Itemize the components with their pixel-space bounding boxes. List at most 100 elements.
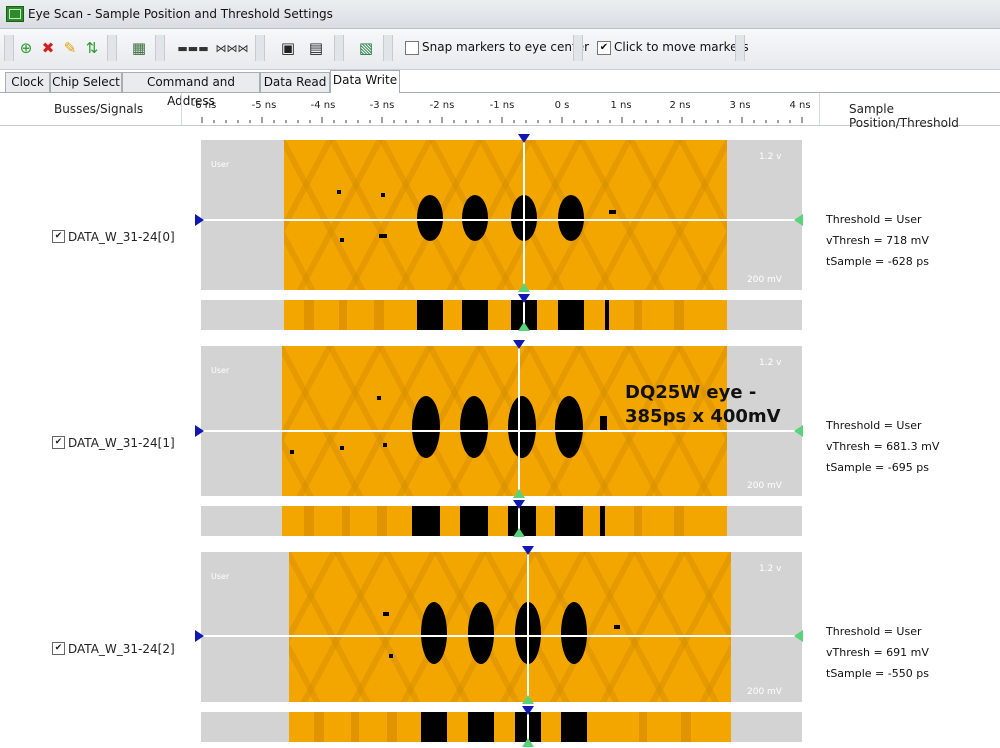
tab-chip-select[interactable]: Chip Select <box>50 72 122 92</box>
eye-opening <box>508 396 536 458</box>
eye-opening <box>412 396 440 458</box>
toolbar-separator <box>255 35 265 61</box>
error-pixel <box>337 190 341 194</box>
tab-data-write[interactable]: Data Write <box>330 70 400 93</box>
edit-icon[interactable]: ✎ <box>60 38 80 58</box>
error-pixel <box>609 210 616 214</box>
eye-diagram-area <box>284 140 727 290</box>
threshold-text: Threshold = User <box>826 625 922 638</box>
threshold-marker-left[interactable] <box>195 425 204 437</box>
eye-opening <box>460 396 488 458</box>
vthresh-text: vThresh = 718 mV <box>826 234 929 247</box>
threshold-text: Threshold = User <box>826 419 922 432</box>
error-pixel <box>383 612 389 616</box>
eye-pattern-icon[interactable]: ⋈⋈⋈ <box>215 38 249 58</box>
threshold-mode-label: User <box>211 572 230 581</box>
sample-marker-top[interactable] <box>518 134 530 143</box>
threshold-marker-right[interactable] <box>794 630 803 642</box>
tab-strip: Clock Chip Select Command and Address Da… <box>0 70 1000 108</box>
excel-export-icon[interactable]: ▧ <box>356 38 376 58</box>
threshold-text: Threshold = User <box>826 213 922 226</box>
sample-marker-bottom[interactable] <box>513 489 525 498</box>
sample-marker-line[interactable] <box>518 346 520 498</box>
sample-marker-top[interactable] <box>513 340 525 349</box>
eye-opening <box>555 396 583 458</box>
error-pixel <box>377 396 381 400</box>
eye-plot[interactable]: User 1.2 v 200 mV <box>201 140 802 290</box>
threshold-marker-right[interactable] <box>794 425 803 437</box>
threshold-marker-right[interactable] <box>794 214 803 226</box>
eye-opening <box>468 602 494 664</box>
error-pixel <box>381 193 385 197</box>
eye-opening <box>462 195 488 241</box>
sample-marker-bottom[interactable] <box>513 528 525 537</box>
header-divider[interactable] <box>819 93 820 125</box>
eye-strip <box>201 300 802 330</box>
sample-marker-line[interactable] <box>527 552 529 704</box>
click-move-checkbox[interactable]: ✔ <box>597 41 611 55</box>
threshold-marker-line[interactable] <box>201 635 802 637</box>
toolbar-separator <box>155 35 165 61</box>
threshold-mode-label: User <box>211 160 230 169</box>
load-icon[interactable]: ▤ <box>306 38 326 58</box>
eye-plot[interactable]: User 1.2 v 200 mV <box>201 552 802 702</box>
voltage-top-label: 1.2 v <box>759 358 782 368</box>
tab-command-and-address[interactable]: Command and Address <box>122 72 260 108</box>
click-move-label[interactable]: Click to move markers <box>614 40 749 54</box>
row-info: Threshold = User vThresh = 681.3 mV tSam… <box>826 415 939 478</box>
signal-checkbox[interactable]: ✔ <box>52 436 65 449</box>
table-icon[interactable]: ▦ <box>129 38 149 58</box>
error-pixel <box>379 234 387 238</box>
sample-marker-top[interactable] <box>522 546 534 555</box>
error-pixel <box>389 654 393 658</box>
delete-icon[interactable]: ✖ <box>38 38 58 58</box>
vthresh-text: vThresh = 691 mV <box>826 646 929 659</box>
eye-strip-data <box>289 712 731 742</box>
threshold-marker-line[interactable] <box>201 430 802 432</box>
sample-marker-line[interactable] <box>523 140 525 292</box>
eye-strip-data <box>284 300 727 330</box>
signal-pattern-icon[interactable]: ▬▬▬ <box>175 38 211 58</box>
threshold-marker-line[interactable] <box>201 219 802 221</box>
signal-name: DATA_W_31-24[1] <box>68 436 175 450</box>
sample-marker-top[interactable] <box>518 294 530 303</box>
signal-name: DATA_W_31-24[0] <box>68 230 175 244</box>
sort-icon[interactable]: ⇅ <box>82 38 102 58</box>
tsample-text: tSample = -628 ps <box>826 255 929 268</box>
add-icon[interactable]: ⊕ <box>16 38 36 58</box>
toolbar: ⊕ ✖ ✎ ⇅ ▦ ▬▬▬ ⋈⋈⋈ ▣ ▤ ▧ Snap markers to … <box>0 29 1000 70</box>
row-info: Threshold = User vThresh = 691 mV tSampl… <box>826 621 929 684</box>
ruler-ticks <box>201 117 803 123</box>
error-pixel <box>340 238 344 242</box>
error-pixel <box>290 450 294 454</box>
vthresh-text: vThresh = 681.3 mV <box>826 440 940 453</box>
toolbar-separator <box>383 35 393 61</box>
sample-marker-bottom[interactable] <box>522 738 534 747</box>
toolbar-separator <box>107 35 117 61</box>
error-pixel <box>340 446 344 450</box>
tab-data-read[interactable]: Data Read <box>260 72 330 92</box>
eye-measurement-annotation: DQ25W eye - 385ps x 400mV <box>625 381 781 429</box>
toolbar-grip[interactable] <box>4 35 14 61</box>
app-icon <box>6 6 24 22</box>
save-icon[interactable]: ▣ <box>278 38 298 58</box>
annotation-line-1: DQ25W eye - <box>625 382 757 403</box>
snap-checkbox[interactable] <box>405 41 419 55</box>
signal-checkbox[interactable]: ✔ <box>52 230 65 243</box>
tsample-text: tSample = -695 ps <box>826 461 929 474</box>
threshold-marker-left[interactable] <box>195 214 204 226</box>
sample-marker-top[interactable] <box>513 500 525 509</box>
eye-strip <box>201 506 802 536</box>
error-pixel <box>383 443 387 447</box>
signal-checkbox[interactable]: ✔ <box>52 642 65 655</box>
sample-marker-bottom[interactable] <box>518 283 530 292</box>
eye-strip <box>201 712 802 742</box>
snap-label[interactable]: Snap markers to eye center <box>422 40 589 54</box>
eye-opening <box>558 195 584 241</box>
sample-marker-bottom[interactable] <box>522 695 534 704</box>
threshold-marker-left[interactable] <box>195 630 204 642</box>
sample-marker-top[interactable] <box>522 706 534 715</box>
sample-marker-bottom[interactable] <box>518 322 530 331</box>
tab-clock[interactable]: Clock <box>5 72 50 92</box>
eye-opening <box>421 602 447 664</box>
